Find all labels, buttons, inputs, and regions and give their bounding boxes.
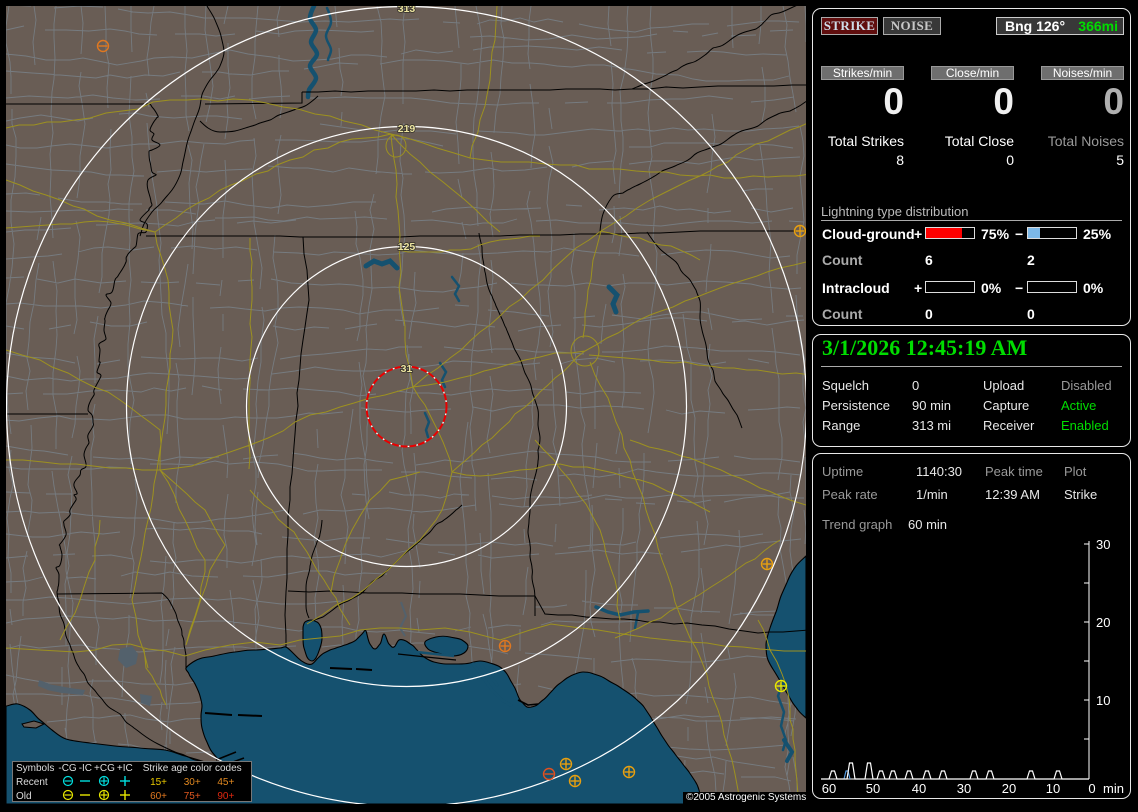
svg-text:30: 30 [957, 781, 971, 796]
svg-text:0: 0 [1088, 781, 1095, 796]
svg-text:50: 50 [866, 781, 880, 796]
svg-text:313: 313 [398, 6, 416, 15]
svg-text:40: 40 [912, 781, 926, 796]
svg-text:125: 125 [398, 241, 416, 253]
svg-text:20: 20 [1096, 615, 1110, 630]
svg-text:60: 60 [822, 781, 836, 796]
svg-text:10: 10 [1096, 693, 1110, 708]
svg-text:219: 219 [398, 123, 416, 135]
svg-text:10: 10 [1046, 781, 1060, 796]
svg-text:20: 20 [1002, 781, 1016, 796]
svg-text:min: min [1103, 781, 1124, 796]
svg-text:30: 30 [1096, 537, 1110, 552]
svg-text:31: 31 [401, 363, 413, 375]
